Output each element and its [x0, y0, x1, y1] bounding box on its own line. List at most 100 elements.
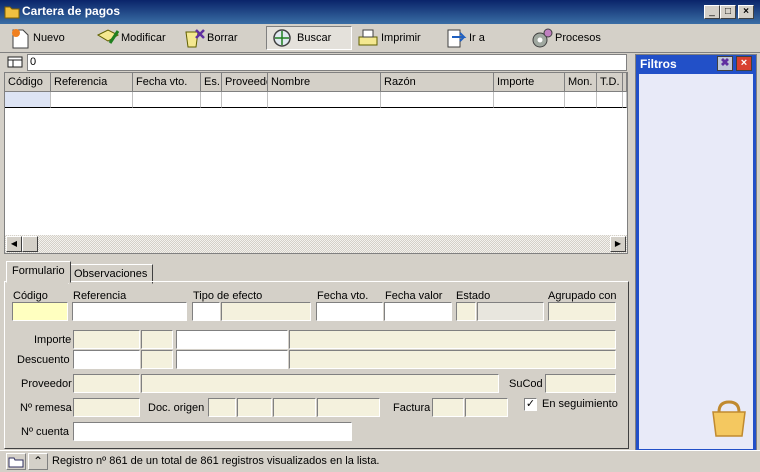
new-document-icon	[12, 29, 29, 49]
procesos-button[interactable]: Procesos	[530, 26, 602, 50]
imprimir-label: Imprimir	[381, 32, 421, 44]
filtros-close-button[interactable]: ×	[736, 56, 752, 71]
referencia-field[interactable]	[72, 302, 187, 321]
factura-field-1	[432, 398, 464, 417]
doc-origen-field-2	[237, 398, 272, 417]
grid-filter-input[interactable]: 0	[27, 54, 627, 71]
en-seguimiento-label: En seguimiento	[542, 398, 618, 410]
agrupado-con-field	[548, 302, 616, 321]
buscar-label: Buscar	[297, 32, 332, 44]
importe-extra-field[interactable]	[176, 330, 288, 349]
en-seguimiento-checkbox[interactable]: ✓	[524, 398, 537, 411]
goto-icon	[447, 29, 467, 48]
n-remesa-field	[73, 398, 140, 417]
table-row-cell[interactable]	[222, 92, 268, 108]
n-cuenta-field[interactable]	[73, 422, 352, 441]
printer-icon	[358, 29, 378, 46]
fecha-valor-label: Fecha valor	[385, 290, 443, 302]
status-text: Registro nº 861 de un total de 861 regis…	[52, 455, 380, 467]
descuento-field[interactable]	[73, 350, 140, 369]
ir-a-button[interactable]: Ir a	[444, 26, 496, 50]
column-header-s[interactable]: S	[623, 73, 627, 92]
doc-origen-label: Doc. origen	[148, 402, 205, 414]
column-header-codigo[interactable]: Código	[5, 73, 51, 92]
tipo-efecto-label: Tipo de efecto	[193, 290, 263, 302]
collapse-up-button[interactable]: ⌃	[28, 453, 48, 470]
table-row-cell[interactable]	[623, 92, 627, 108]
n-remesa-label: Nº remesa	[20, 402, 72, 414]
agrupado-con-label: Agrupado con	[548, 290, 617, 302]
importe-moneda-field	[141, 330, 173, 349]
codigo-field[interactable]	[12, 302, 68, 321]
importe-field	[73, 330, 140, 349]
proveedor-name-field	[141, 374, 499, 393]
sucod-field	[545, 374, 616, 393]
procesos-label: Procesos	[555, 32, 601, 44]
column-header-importe[interactable]: Importe	[494, 73, 565, 92]
estado-code-field	[456, 302, 476, 321]
folder-view-button[interactable]	[6, 453, 26, 470]
fecha-vto-field[interactable]	[316, 302, 383, 321]
column-header-estado[interactable]: Es.	[201, 73, 222, 92]
table-row-cell[interactable]	[494, 92, 565, 108]
scrollbar-thumb[interactable]	[22, 236, 38, 252]
tab-formulario[interactable]: Formulario	[6, 261, 71, 283]
filtros-title: Filtros	[640, 57, 677, 71]
table-row-cell[interactable]	[268, 92, 381, 108]
column-header-td[interactable]: T.D.	[597, 73, 623, 92]
sucod-label: SuCod	[509, 378, 543, 390]
search-icon	[273, 29, 291, 47]
column-header-moneda[interactable]: Mon.	[565, 73, 597, 92]
tipo-efecto-desc-field	[221, 302, 311, 321]
descuento-moneda-field	[141, 350, 173, 369]
bag-icon	[712, 400, 746, 437]
codigo-label: Código	[13, 290, 48, 302]
table-row-cell[interactable]	[565, 92, 597, 108]
modificar-button[interactable]: Modificar	[96, 26, 168, 50]
referencia-label: Referencia	[73, 290, 127, 302]
descuento-extra-field[interactable]	[176, 350, 288, 369]
close-button[interactable]: ×	[738, 5, 754, 19]
table-row-cell[interactable]	[381, 92, 494, 108]
imprimir-button[interactable]: Imprimir	[356, 26, 424, 50]
table-row-cell[interactable]	[597, 92, 623, 108]
filtros-clear-button[interactable]: ✖	[717, 56, 733, 71]
n-cuenta-label: Nº cuenta	[21, 426, 70, 438]
title-bar: Cartera de pagos _ □ ×	[0, 0, 760, 24]
estado-desc-field	[477, 302, 544, 321]
estado-label: Estado	[456, 290, 491, 302]
gears-icon	[532, 28, 553, 48]
scroll-left-button[interactable]: ◀	[6, 236, 22, 252]
column-header-razon[interactable]: Razón	[381, 73, 494, 92]
column-header-nombre[interactable]: Nombre	[268, 73, 381, 92]
fecha-valor-field[interactable]	[384, 302, 452, 321]
factura-field-2	[465, 398, 508, 417]
importe-desc-field	[289, 330, 616, 349]
data-grid: Código Referencia Fecha vto. Es. Proveed…	[4, 72, 628, 254]
doc-origen-field-4	[317, 398, 380, 417]
table-row-cell[interactable]	[201, 92, 222, 108]
buscar-button[interactable]: Buscar	[266, 26, 352, 50]
scroll-right-button[interactable]: ▶	[610, 236, 626, 252]
table-row-cell[interactable]	[5, 92, 51, 108]
modificar-label: Modificar	[121, 32, 166, 44]
column-header-referencia[interactable]: Referencia	[51, 73, 133, 92]
maximize-button[interactable]: □	[720, 5, 736, 19]
tipo-efecto-code-field[interactable]	[192, 302, 220, 321]
borrar-button[interactable]: Borrar	[182, 26, 242, 50]
column-header-fecha-vto[interactable]: Fecha vto.	[133, 73, 201, 92]
filtros-panel: Filtros ✖ ×	[635, 54, 757, 451]
window-title: Cartera de pagos	[22, 4, 121, 18]
delete-icon	[185, 29, 205, 48]
column-header-proveedor[interactable]: Proveedor	[222, 73, 268, 92]
table-row-cell[interactable]	[51, 92, 133, 108]
table-row-cell[interactable]	[133, 92, 201, 108]
nuevo-button[interactable]: Nuevo	[8, 26, 70, 50]
folder-icon	[4, 6, 20, 19]
descuento-label: Descuento	[17, 354, 70, 366]
borrar-label: Borrar	[207, 32, 238, 44]
minimize-button[interactable]: _	[704, 5, 720, 19]
horizontal-scrollbar[interactable]: ◀ ▶	[5, 235, 627, 253]
proveedor-code-field	[73, 374, 140, 393]
grid-layout-icon[interactable]	[6, 55, 26, 70]
